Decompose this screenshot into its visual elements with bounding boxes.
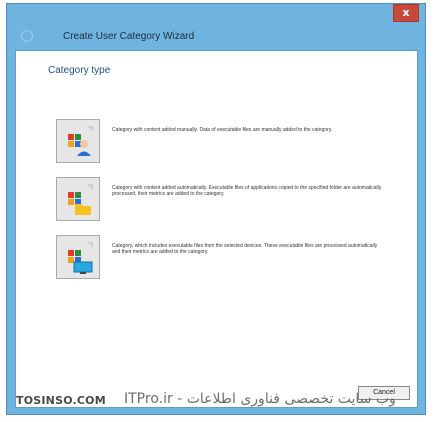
wizard-page: Category type Category with content adde…	[15, 50, 418, 408]
close-button[interactable]: x	[393, 4, 419, 22]
option-devices[interactable]: Category, which includes executable file…	[56, 235, 396, 279]
auto-folder-category-icon[interactable]	[56, 177, 100, 221]
option-manual[interactable]: Category with content added manually. Da…	[56, 119, 396, 163]
title-bar: x Create User Category Wizard	[7, 4, 425, 44]
page-title: Category type	[48, 65, 111, 76]
window-title: Create User Category Wizard	[63, 31, 195, 42]
device-category-icon[interactable]	[56, 235, 100, 279]
watermark-right: ITPro.ir - وب سایت تخصصی فناوری اطلاعات	[124, 391, 396, 407]
option-manual-description: Category with content added manually. Da…	[112, 127, 333, 133]
option-devices-description: Category, which includes executable file…	[112, 243, 378, 255]
back-button[interactable]	[21, 30, 33, 42]
manual-category-icon[interactable]	[56, 119, 100, 163]
watermark-left: TOSINSO.COM	[16, 394, 106, 407]
wizard-window: x Create User Category Wizard Category t…	[6, 3, 426, 415]
option-auto-folder-description: Category with content added automaticall…	[112, 185, 382, 197]
option-auto-folder[interactable]: Category with content added automaticall…	[56, 177, 396, 221]
